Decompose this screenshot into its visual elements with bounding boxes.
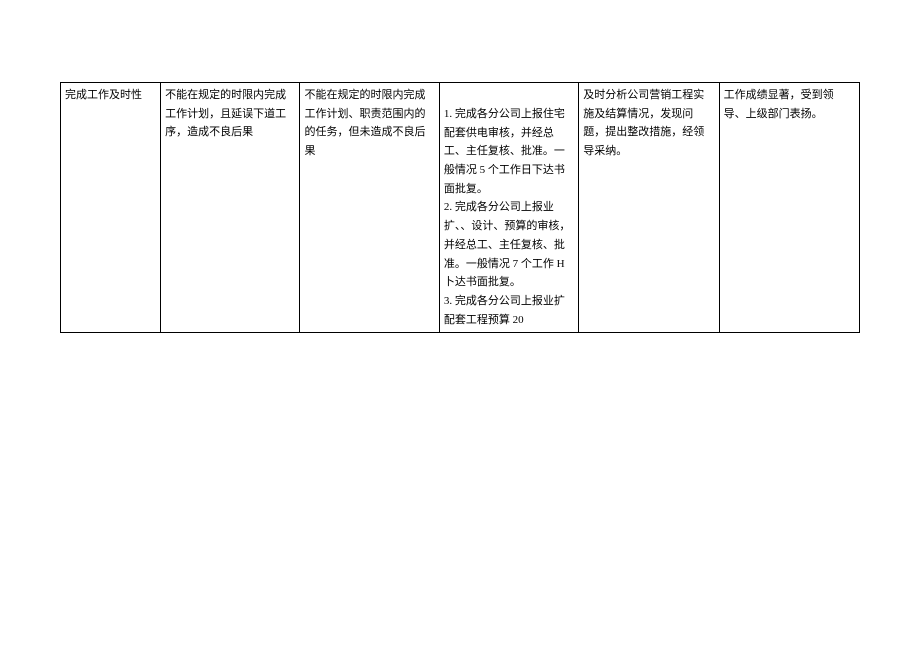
cell-level-1: 不能在规定的时限内完成工作计划，且延误下道工序，造成不良后果 <box>161 83 300 333</box>
level-3-item-1: 1. 完成各分公司上报住宅配套供电审核，并经总工、主任复核、批准。一般情况 5 … <box>444 105 574 198</box>
level-3-item-2: 2. 完成各分公司上报业扩、、设计、预算的审核，并经总工、主任复核、批准。一般情… <box>444 198 574 291</box>
cell-criteria: 完成工作及时性 <box>61 83 161 333</box>
level-1-text: 不能在规定的时限内完成工作计划，且延误下道工序，造成不良后果 <box>165 89 286 138</box>
level-2-text: 不能在规定的时限内完成工作计划、职责范围内的的任务，但未造成不良后果 <box>304 89 425 157</box>
table-row: 完成工作及时性 不能在规定的时限内完成工作计划，且延误下道工序，造成不良后果 不… <box>61 83 860 333</box>
cell-level-4: 及时分析公司营销工程实施及结算情况，发现问题，提出整改措施，经领导采纳。 <box>579 83 719 333</box>
criteria-label: 完成工作及时性 <box>65 89 142 101</box>
cell-level-5: 工作成绩显著，受到领导、上级部门表扬。 <box>719 83 859 333</box>
level-5-text: 工作成绩显著，受到领导、上级部门表扬。 <box>724 89 834 120</box>
cell-level-3: 1. 完成各分公司上报住宅配套供电审核，并经总工、主任复核、批准。一般情况 5 … <box>439 83 578 333</box>
evaluation-table: 完成工作及时性 不能在规定的时限内完成工作计划，且延误下道工序，造成不良后果 不… <box>60 82 860 333</box>
cell-level-2: 不能在规定的时限内完成工作计划、职责范围内的的任务，但未造成不良后果 <box>300 83 439 333</box>
level-3-item-3: 3. 完成各分公司上报业扩配套工程预算 20 <box>444 292 574 329</box>
level-4-text: 及时分析公司营销工程实施及结算情况，发现问题，提出整改措施，经领导采纳。 <box>583 89 704 157</box>
